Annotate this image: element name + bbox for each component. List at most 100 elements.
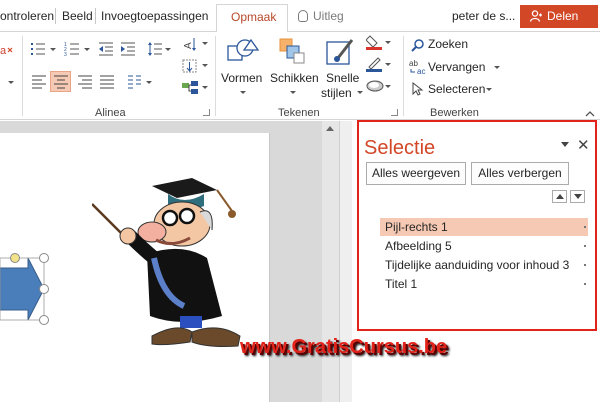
bring-forward-button[interactable] — [552, 190, 567, 203]
arrow-shape[interactable] — [0, 251, 56, 327]
clear-format-icon[interactable]: a — [0, 42, 14, 58]
chevron-down-icon[interactable] — [486, 88, 492, 91]
chevron-down-icon[interactable] — [240, 91, 246, 94]
list-item[interactable]: Titel 1 — [380, 275, 588, 293]
share-label: Delen — [547, 9, 579, 23]
tab-addins[interactable]: Invoegtoepassingen — [101, 9, 208, 23]
chevron-down-icon[interactable] — [84, 48, 90, 51]
chevron-down-icon[interactable] — [385, 41, 391, 44]
shape-outline-icon[interactable] — [366, 56, 384, 72]
numbering-icon[interactable]: 123 — [64, 41, 84, 58]
columns-icon[interactable] — [127, 75, 143, 89]
list-item-label: Pijl-rechts 1 — [385, 220, 448, 234]
tab-divider — [95, 8, 96, 24]
select-button[interactable]: Selecteren — [428, 82, 485, 96]
smartart-icon[interactable] — [181, 80, 199, 96]
hide-all-button[interactable]: Alles verbergen — [471, 162, 569, 185]
arrange-label[interactable]: Schikken — [270, 71, 319, 85]
chevron-down-icon[interactable] — [50, 48, 56, 51]
quick-styles-label-1[interactable]: Snelle — [326, 71, 359, 85]
chevron-down-icon[interactable] — [290, 91, 296, 94]
pane-options-icon[interactable] — [561, 142, 569, 147]
arrow-down-icon — [574, 194, 582, 199]
search-icon[interactable] — [411, 38, 425, 52]
group-label-editing: Bewerken — [430, 107, 479, 119]
ribbon: a 123 A Alinea Vormen Schikken Snelle st… — [0, 32, 600, 148]
collapse-ribbon-icon[interactable] — [585, 106, 595, 117]
chevron-down-icon[interactable] — [146, 81, 152, 84]
chevron-down-icon[interactable] — [8, 81, 14, 84]
svg-text:A: A — [183, 42, 194, 49]
close-icon[interactable]: ✕ — [577, 136, 590, 154]
decrease-indent-icon[interactable] — [98, 41, 114, 57]
visibility-icon[interactable] — [584, 283, 586, 285]
visibility-icon[interactable] — [584, 245, 586, 247]
person-add-icon — [530, 10, 542, 22]
line-spacing-icon[interactable] — [147, 41, 163, 57]
shape-fill-icon[interactable] — [365, 34, 384, 50]
watermark: www.GratisCursus.be — [240, 336, 448, 358]
visibility-icon[interactable] — [584, 264, 586, 266]
visibility-icon[interactable] — [584, 226, 586, 228]
align-text-icon[interactable] — [181, 58, 199, 74]
align-center-icon — [54, 75, 68, 89]
dialog-launcher-icon[interactable] — [203, 109, 210, 116]
chevron-down-icon[interactable] — [385, 85, 391, 88]
group-divider — [215, 36, 216, 116]
show-all-button[interactable]: Alles weergeven — [366, 162, 466, 185]
dialog-launcher-icon[interactable] — [391, 109, 398, 116]
tell-me-box[interactable]: Uitleg — [298, 9, 344, 23]
scroll-up-icon[interactable] — [326, 126, 334, 131]
list-item-label: Titel 1 — [385, 277, 418, 291]
tab-review[interactable]: ontroleren — [0, 9, 54, 23]
tab-format[interactable]: Opmaak — [216, 4, 288, 33]
svg-text:ac: ac — [417, 67, 425, 75]
chevron-down-icon[interactable] — [357, 91, 363, 94]
align-right-icon[interactable] — [77, 75, 93, 89]
chevron-down-icon[interactable] — [385, 63, 391, 66]
shapes-label[interactable]: Vormen — [221, 71, 262, 85]
selection-pane-title: Selectie — [364, 137, 436, 159]
lightbulb-icon — [298, 10, 308, 22]
list-item[interactable]: Pijl-rechts 1 — [380, 218, 588, 236]
ribbon-tab-bar: ontroleren Beeld Invoegtoepassingen Opma… — [0, 0, 600, 33]
user-name[interactable]: peter de s... — [452, 9, 515, 23]
shapes-icon[interactable] — [225, 36, 260, 68]
chevron-down-icon[interactable] — [202, 42, 208, 45]
replace-icon[interactable]: ab ac — [409, 59, 427, 76]
tab-divider — [55, 8, 56, 24]
quick-styles-label-2[interactable]: stijlen — [321, 86, 352, 100]
tab-view[interactable]: Beeld — [62, 9, 93, 23]
bullets-icon[interactable] — [30, 41, 50, 57]
professor-clipart[interactable] — [92, 176, 252, 356]
replace-button[interactable]: Vervangen — [428, 60, 485, 74]
list-item-label: Afbeelding 5 — [385, 239, 452, 253]
list-item[interactable]: Tijdelijke aanduiding voor inhoud 3 — [380, 256, 588, 274]
chevron-down-icon[interactable] — [165, 48, 171, 51]
group-label-paragraph: Alinea — [95, 107, 126, 119]
text-direction-icon[interactable]: A — [181, 36, 199, 52]
arrange-icon[interactable] — [277, 36, 307, 68]
svg-text:3: 3 — [64, 52, 67, 57]
pane-splitter[interactable] — [339, 121, 352, 402]
quick-styles-icon[interactable] — [324, 36, 356, 68]
align-center-button[interactable] — [50, 71, 71, 92]
find-button[interactable]: Zoeken — [428, 37, 468, 51]
arrow-up-icon — [556, 194, 564, 199]
tab-format-label: Opmaak — [231, 10, 277, 24]
vertical-scrollbar[interactable] — [322, 121, 339, 402]
list-item[interactable]: Afbeelding 5 — [380, 237, 588, 255]
justify-icon[interactable] — [99, 75, 115, 89]
send-backward-button[interactable] — [570, 190, 585, 203]
svg-text:a: a — [0, 45, 7, 57]
chevron-down-icon[interactable] — [202, 86, 208, 89]
cursor-select-icon[interactable] — [410, 81, 424, 96]
shape-effects-icon[interactable] — [366, 78, 384, 94]
chevron-down-icon[interactable] — [494, 66, 500, 69]
share-button[interactable]: Delen — [520, 5, 598, 28]
align-left-icon[interactable] — [31, 75, 47, 89]
list-item-label: Tijdelijke aanduiding voor inhoud 3 — [385, 258, 570, 272]
chevron-down-icon[interactable] — [202, 64, 208, 67]
group-divider — [22, 36, 23, 116]
increase-indent-icon[interactable] — [120, 41, 136, 57]
